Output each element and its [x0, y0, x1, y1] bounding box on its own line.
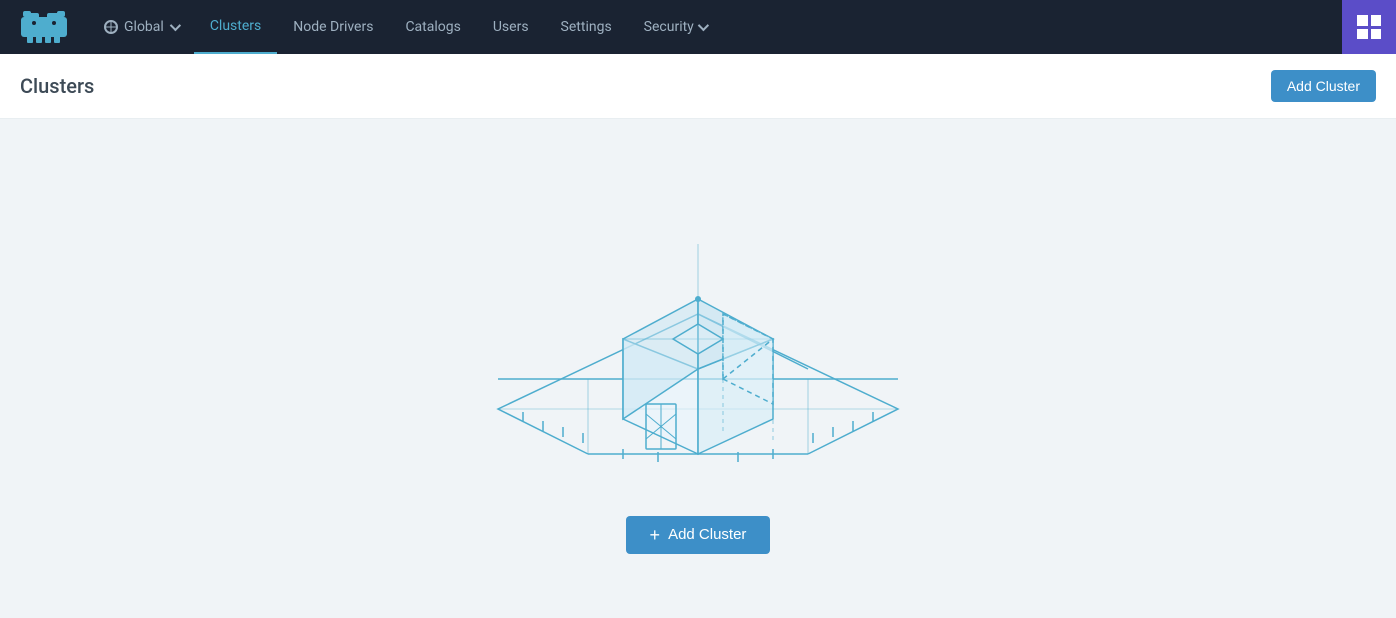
nav-item-global[interactable]: Global — [88, 0, 194, 54]
rancher-logo-icon — [19, 9, 69, 45]
nav-item-node-drivers[interactable]: Node Drivers — [277, 0, 389, 54]
app-switcher-icon — [1357, 15, 1381, 39]
app-switcher-button[interactable] — [1342, 0, 1396, 54]
nav-item-users[interactable]: Users — [477, 0, 545, 54]
nav-item-security[interactable]: Security — [628, 0, 722, 54]
nav-global-label: Global — [124, 19, 164, 35]
nav-item-catalogs[interactable]: Catalogs — [389, 0, 476, 54]
add-cluster-empty-button[interactable]: + Add Cluster — [626, 516, 771, 554]
page-header: Clusters Add Cluster — [0, 54, 1396, 119]
plus-icon: + — [650, 526, 661, 544]
nav-item-settings[interactable]: Settings — [545, 0, 628, 54]
empty-state: + Add Cluster — [468, 184, 928, 554]
navbar: Global Clusters Node Drivers Catalogs Us… — [0, 0, 1396, 54]
nav-items: Global Clusters Node Drivers Catalogs Us… — [88, 0, 1342, 54]
empty-add-label: Add Cluster — [668, 526, 746, 543]
add-cluster-header-button[interactable]: Add Cluster — [1271, 70, 1376, 102]
chevron-down-icon — [170, 20, 181, 31]
nav-item-clusters[interactable]: Clusters — [194, 0, 277, 54]
security-chevron-icon — [698, 20, 709, 31]
page-title: Clusters — [20, 74, 94, 98]
nav-right — [1342, 0, 1396, 54]
main-content: + Add Cluster — [0, 119, 1396, 618]
empty-illustration — [468, 184, 928, 484]
globe-icon — [104, 20, 118, 34]
brand-logo[interactable] — [0, 0, 88, 54]
